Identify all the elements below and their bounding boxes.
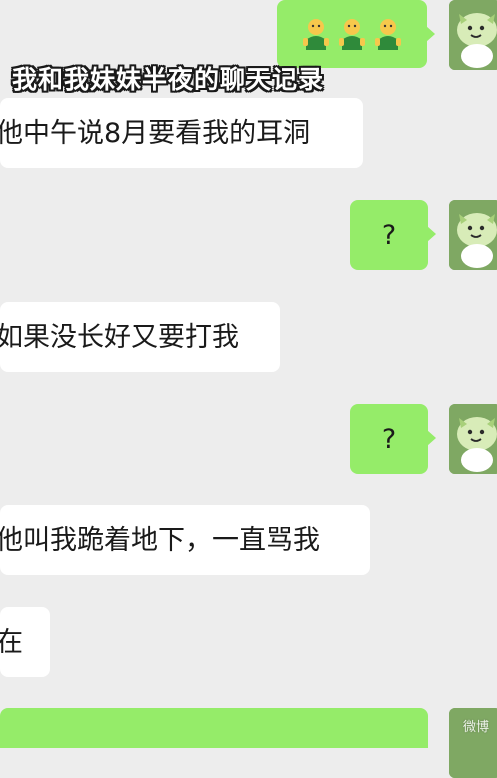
message-bubble-outgoing-partial[interactable]	[0, 708, 428, 748]
green-shirt-person-emoji-icon	[303, 19, 329, 50]
message-bubble-outgoing[interactable]: ?	[350, 404, 436, 474]
sender-avatar[interactable]	[449, 404, 497, 474]
image-title-overlay: 我和我妹妹半夜的聊天记录	[12, 65, 325, 94]
watermark: 微博	[462, 720, 489, 735]
green-shirt-person-emoji-icon	[375, 19, 401, 50]
message-bubble-incoming[interactable]: 他中午说8月要看我的耳洞	[0, 98, 363, 168]
message-bubble-incoming[interactable]: 在	[0, 607, 50, 677]
message-text: 在	[0, 626, 23, 658]
green-shirt-person-emoji-icon	[339, 19, 365, 50]
emoji-group	[301, 18, 403, 50]
green-sprite-avatar-icon	[449, 404, 497, 474]
message-bubble-outgoing[interactable]: ?	[350, 200, 436, 270]
green-sprite-avatar-icon	[449, 0, 497, 70]
message-text: ?	[381, 423, 397, 455]
green-sprite-avatar-icon	[449, 200, 497, 270]
message-bubble-incoming[interactable]: 他叫我跪着地下，一直骂我	[0, 505, 370, 575]
message-text: ?	[381, 219, 397, 251]
message-bubble-incoming[interactable]: 如果没长好又要打我	[0, 302, 280, 372]
message-text: 如果没长好又要打我	[0, 321, 239, 353]
message-bubble-emoji[interactable]	[277, 0, 435, 68]
message-text: 他中午说8月要看我的耳洞	[0, 117, 311, 149]
sender-avatar[interactable]	[449, 0, 497, 70]
message-text: 他叫我跪着地下，一直骂我	[0, 524, 320, 556]
sender-avatar[interactable]	[449, 200, 497, 270]
